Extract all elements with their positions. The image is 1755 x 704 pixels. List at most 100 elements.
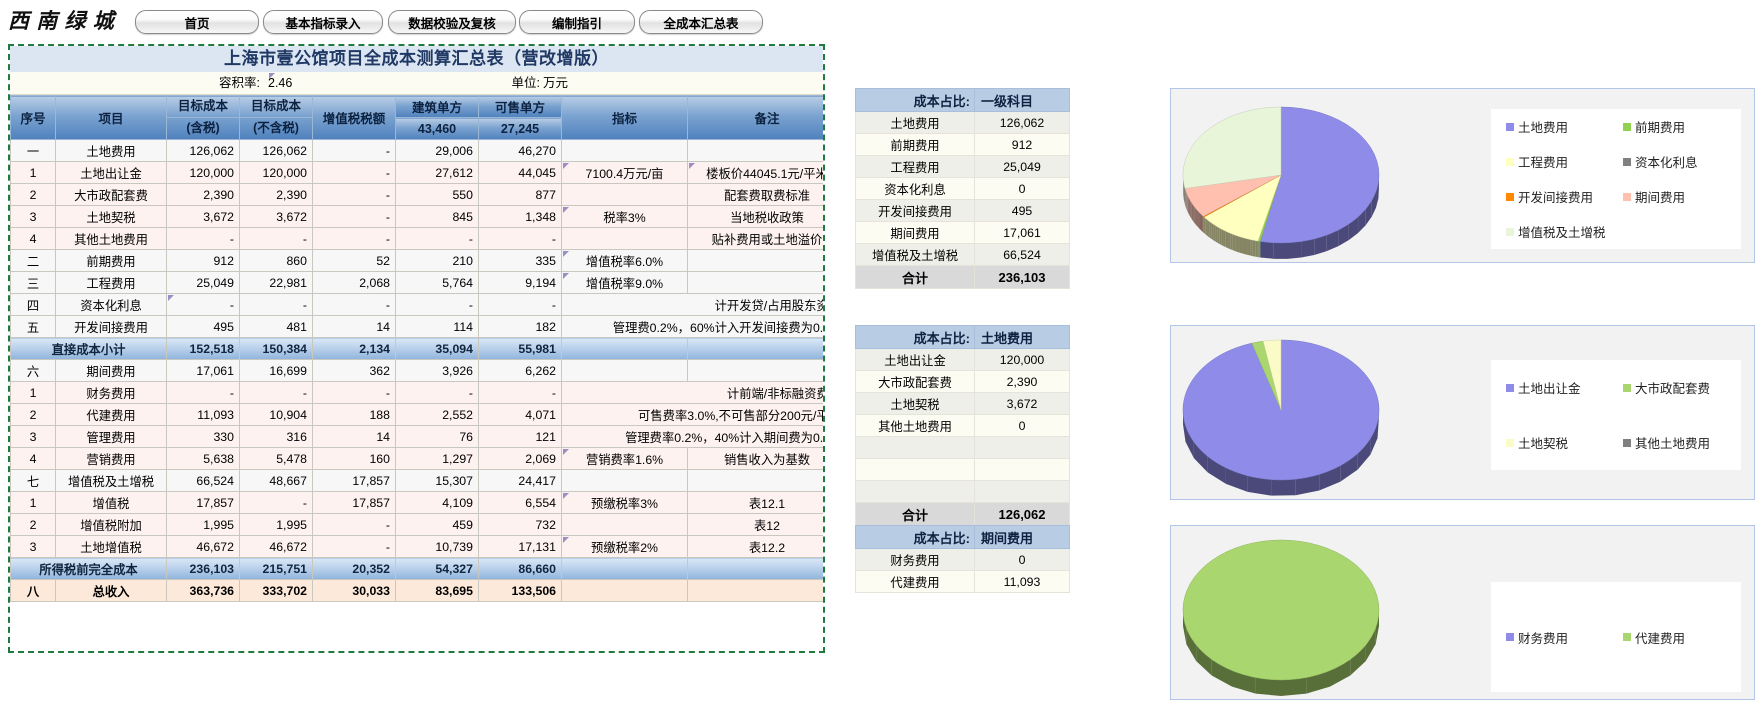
cell-index[interactable] <box>562 140 688 162</box>
cell-index[interactable]: 增值税率9.0% <box>562 272 688 294</box>
panel-row-label[interactable] <box>856 459 975 481</box>
cell-build-unit[interactable]: 845 <box>396 206 479 228</box>
panel-row[interactable]: 前期费用912 <box>856 134 1070 156</box>
nav-button-guidelines[interactable]: 编制指引 <box>519 10 635 34</box>
cell-item[interactable]: 增值税 <box>56 492 167 514</box>
cell-cost-excl[interactable]: 16,699 <box>240 360 313 382</box>
cell-item[interactable]: 总收入 <box>56 580 167 602</box>
cell-sale-unit[interactable]: 6,554 <box>479 492 562 514</box>
panel-row-label[interactable] <box>856 481 975 503</box>
cell-remark[interactable]: 销售收入为基数 <box>688 448 826 470</box>
cell-item[interactable]: 前期费用 <box>56 250 167 272</box>
cell-index[interactable] <box>562 184 688 206</box>
table-row[interactable]: 直接成本小计152,518150,3842,13435,09455,981 <box>11 338 826 360</box>
cell-no[interactable]: 1 <box>11 162 56 184</box>
panel-row-label[interactable]: 开发间接费用 <box>856 200 975 222</box>
cell-index[interactable] <box>562 514 688 536</box>
cell-cost-excl[interactable]: - <box>240 294 313 316</box>
cell-vat[interactable]: 160 <box>313 448 396 470</box>
cell-remark[interactable]: 表12.1 <box>688 492 826 514</box>
panel-row[interactable]: 大市政配套费2,390 <box>856 371 1070 393</box>
cell-vat[interactable]: 17,857 <box>313 470 396 492</box>
panel-row-label[interactable]: 增值税及土增税 <box>856 244 975 266</box>
cell-index[interactable]: 税率3% <box>562 206 688 228</box>
cell-cost-incl[interactable]: 17,857 <box>167 492 240 514</box>
cell-item[interactable]: 营销费用 <box>56 448 167 470</box>
panel-row-value[interactable]: 25,049 <box>975 156 1070 178</box>
cell-vat[interactable]: 2,068 <box>313 272 396 294</box>
panel-row[interactable] <box>856 481 1070 503</box>
panel-row-value[interactable]: 17,061 <box>975 222 1070 244</box>
cell-cost-incl[interactable]: 1,995 <box>167 514 240 536</box>
table-row[interactable]: 七增值税及土增税66,52448,66717,85715,30724,417 <box>11 470 826 492</box>
cell-item[interactable]: 增值税附加 <box>56 514 167 536</box>
cell-remark[interactable] <box>688 338 826 360</box>
row-subtotal-label[interactable]: 直接成本小计 <box>11 338 167 360</box>
panel-row-label[interactable]: 其他土地费用 <box>856 415 975 437</box>
cell-item[interactable]: 大市政配套费 <box>56 184 167 206</box>
panel-row-value[interactable]: 495 <box>975 200 1070 222</box>
panel-row-value[interactable]: 3,672 <box>975 393 1070 415</box>
cell-item[interactable]: 增值税及土增税 <box>56 470 167 492</box>
table-row[interactable]: 3管理费用3303161476121管理费率0.2%，40%计入期间费为0.1% <box>11 426 826 448</box>
cell-cost-incl[interactable]: 495 <box>167 316 240 338</box>
cell-sale-unit[interactable]: 2,069 <box>479 448 562 470</box>
cell-remark[interactable]: 楼板价44045.1元/平米 <box>688 162 826 184</box>
panel-row-value[interactable]: 912 <box>975 134 1070 156</box>
cell-item[interactable]: 管理费用 <box>56 426 167 448</box>
cell-cost-excl[interactable]: 3,672 <box>240 206 313 228</box>
table-row[interactable]: 1财务费用-----计前端/非标融资费用 <box>11 382 826 404</box>
cell-index[interactable] <box>562 338 688 360</box>
panel-row-label[interactable]: 大市政配套费 <box>856 371 975 393</box>
table-row[interactable]: 4其他土地费用-----贴补费用或土地溢价 <box>11 228 826 250</box>
cell-build-unit[interactable]: - <box>396 228 479 250</box>
legend-item[interactable]: 其他土地费用 <box>1623 415 1740 470</box>
cell-item[interactable]: 期间费用 <box>56 360 167 382</box>
cell-no[interactable]: 2 <box>11 404 56 426</box>
cell-sale-unit[interactable]: 9,194 <box>479 272 562 294</box>
cell-sale-unit[interactable]: 6,262 <box>479 360 562 382</box>
cell-cost-incl[interactable]: 912 <box>167 250 240 272</box>
panel-row-value[interactable]: 120,000 <box>975 349 1070 371</box>
panel-row-value[interactable]: 0 <box>975 415 1070 437</box>
cell-index[interactable]: 7100.4万元/亩 <box>562 162 688 184</box>
table-row[interactable]: 2大市政配套费2,3902,390-550877配套费取费标准 <box>11 184 826 206</box>
cell-index[interactable]: 预缴税率2% <box>562 536 688 558</box>
panel-row-label[interactable]: 土地出让金 <box>856 349 975 371</box>
cell-build-unit[interactable]: 15,307 <box>396 470 479 492</box>
panel-row[interactable]: 代建费用11,093 <box>856 571 1070 593</box>
table-row[interactable]: 1增值税17,857-17,8574,1096,554预缴税率3%表12.1 <box>11 492 826 514</box>
cell-build-unit[interactable]: 459 <box>396 514 479 536</box>
cell-cost-excl[interactable]: 10,904 <box>240 404 313 426</box>
cell-index[interactable]: 预缴税率3% <box>562 492 688 514</box>
cell-vat[interactable]: - <box>313 140 396 162</box>
panel-row-value[interactable]: 0 <box>975 549 1070 571</box>
cell-cost-incl[interactable]: 3,672 <box>167 206 240 228</box>
panel-row[interactable]: 土地出让金120,000 <box>856 349 1070 371</box>
cell-no[interactable]: 2 <box>11 514 56 536</box>
legend-item[interactable]: 大市政配套费 <box>1623 360 1740 415</box>
cell-item[interactable]: 其他土地费用 <box>56 228 167 250</box>
panel-row[interactable]: 增值税及土增税66,524 <box>856 244 1070 266</box>
cell-cost-incl[interactable]: 330 <box>167 426 240 448</box>
cell-index[interactable] <box>562 360 688 382</box>
cell-no[interactable]: 一 <box>11 140 56 162</box>
cell-cost-incl[interactable]: 363,736 <box>167 580 240 602</box>
cell-vat[interactable]: 188 <box>313 404 396 426</box>
cell-sale-unit[interactable]: 182 <box>479 316 562 338</box>
table-row[interactable]: 六期间费用17,06116,6993623,9266,262 <box>11 360 826 382</box>
cell-vat[interactable]: 20,352 <box>313 558 396 580</box>
cell-sale-unit[interactable]: 335 <box>479 250 562 272</box>
cell-build-unit[interactable]: 5,764 <box>396 272 479 294</box>
cell-no[interactable]: 1 <box>11 382 56 404</box>
cell-item[interactable]: 开发间接费用 <box>56 316 167 338</box>
cell-no[interactable]: 1 <box>11 492 56 514</box>
cell-vat[interactable]: 52 <box>313 250 396 272</box>
cell-no[interactable]: 六 <box>11 360 56 382</box>
cell-sale-unit[interactable]: 133,506 <box>479 580 562 602</box>
cell-build-unit[interactable]: 10,739 <box>396 536 479 558</box>
cell-build-unit[interactable]: 83,695 <box>396 580 479 602</box>
legend-item[interactable]: 土地契税 <box>1506 415 1623 470</box>
cell-sale-unit[interactable]: - <box>479 294 562 316</box>
cell-index[interactable] <box>562 470 688 492</box>
